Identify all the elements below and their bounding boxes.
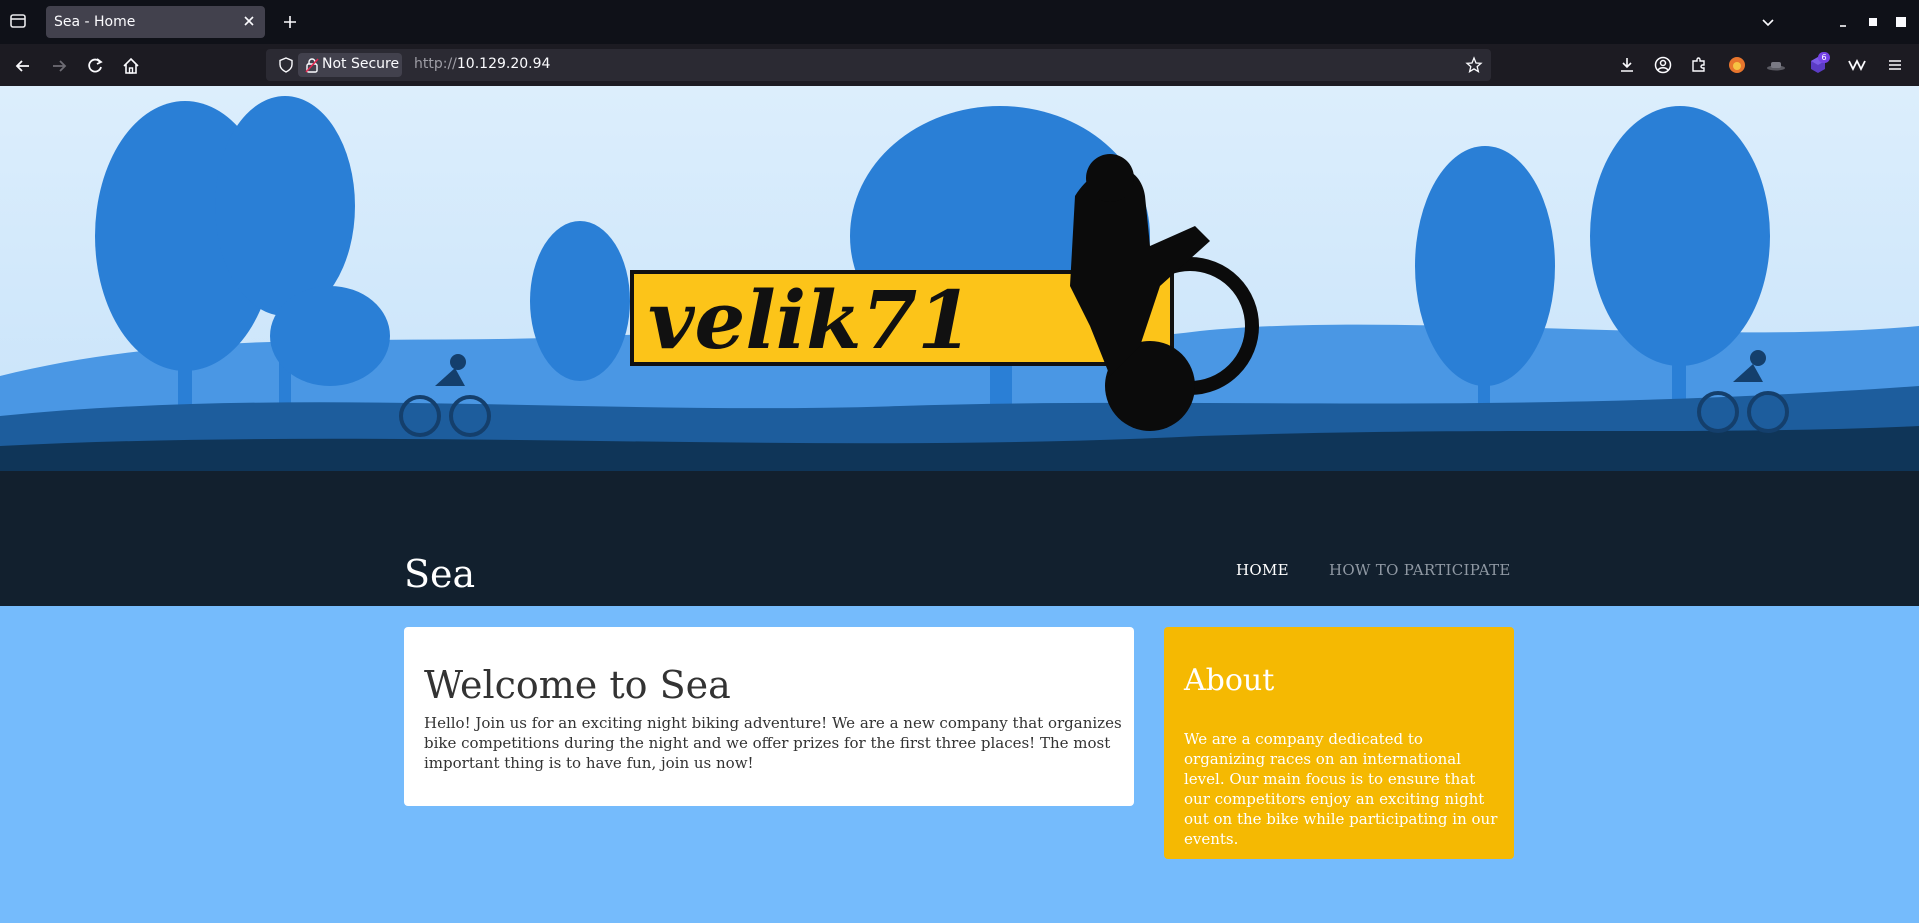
welcome-card: Welcome to Sea Hello! Join us for an exc… [404,627,1134,806]
foxyproxy-extension-icon[interactable] [1727,55,1747,75]
url-text[interactable]: http://10.129.20.94 [414,56,550,72]
tab-overflow-chevron-icon[interactable] [1758,12,1778,32]
welcome-heading: Welcome to Sea [424,663,731,707]
extension-badge: 6 [1818,52,1830,63]
extensions-puzzle-icon[interactable] [1689,55,1709,75]
browser-tab-bar: Sea - Home [0,0,1919,44]
address-bar[interactable]: Not Secure http://10.129.20.94 [266,49,1491,81]
insecure-lock-icon [305,57,319,73]
active-tab[interactable]: Sea - Home [46,6,265,38]
forest-banner-illustration: velik71 [0,86,1919,606]
logo-text: velik71 [648,273,973,367]
welcome-body: Hello! Join us for an exciting night bik… [424,714,1122,772]
hat-extension-icon[interactable] [1766,55,1786,75]
close-tab-icon[interactable] [241,13,257,29]
about-body: We are a company dedicated to organizing… [1184,730,1498,848]
not-secure-label: Not Secure [322,56,400,72]
about-card: About We are a company dedicated to orga… [1164,627,1514,859]
site-title: Sea [404,552,476,596]
forward-icon[interactable] [48,55,70,77]
tracking-protection-shield-icon[interactable] [278,57,294,73]
downloads-icon[interactable] [1617,55,1637,75]
close-window-icon[interactable] [1891,12,1911,32]
hero-banner: velik71 [0,86,1919,606]
tab-title: Sea - Home [54,14,136,30]
wappalyzer-extension-icon[interactable] [1847,55,1867,75]
reload-icon[interactable] [84,55,106,77]
minimize-icon[interactable] [1834,12,1854,32]
home-icon[interactable] [120,55,142,77]
nav-link-home[interactable]: HOME [1236,561,1289,579]
nav-link-how-to-participate[interactable]: HOW TO PARTICIPATE [1329,561,1511,579]
url-host: 10.129.20.94 [456,56,551,72]
app-menu-hamburger-icon[interactable] [1885,55,1905,75]
back-icon[interactable] [12,55,34,77]
url-protocol: http:// [414,56,457,72]
not-secure-indicator[interactable]: Not Secure [298,53,402,77]
list-all-tabs-icon[interactable] [8,12,30,32]
browser-toolbar: Not Secure http://10.129.20.94 6 [0,44,1919,87]
new-tab-icon[interactable] [280,12,300,32]
account-icon[interactable] [1653,55,1673,75]
bookmark-star-icon[interactable] [1465,56,1483,74]
about-heading: About [1184,663,1275,698]
maximize-icon[interactable] [1863,12,1883,32]
